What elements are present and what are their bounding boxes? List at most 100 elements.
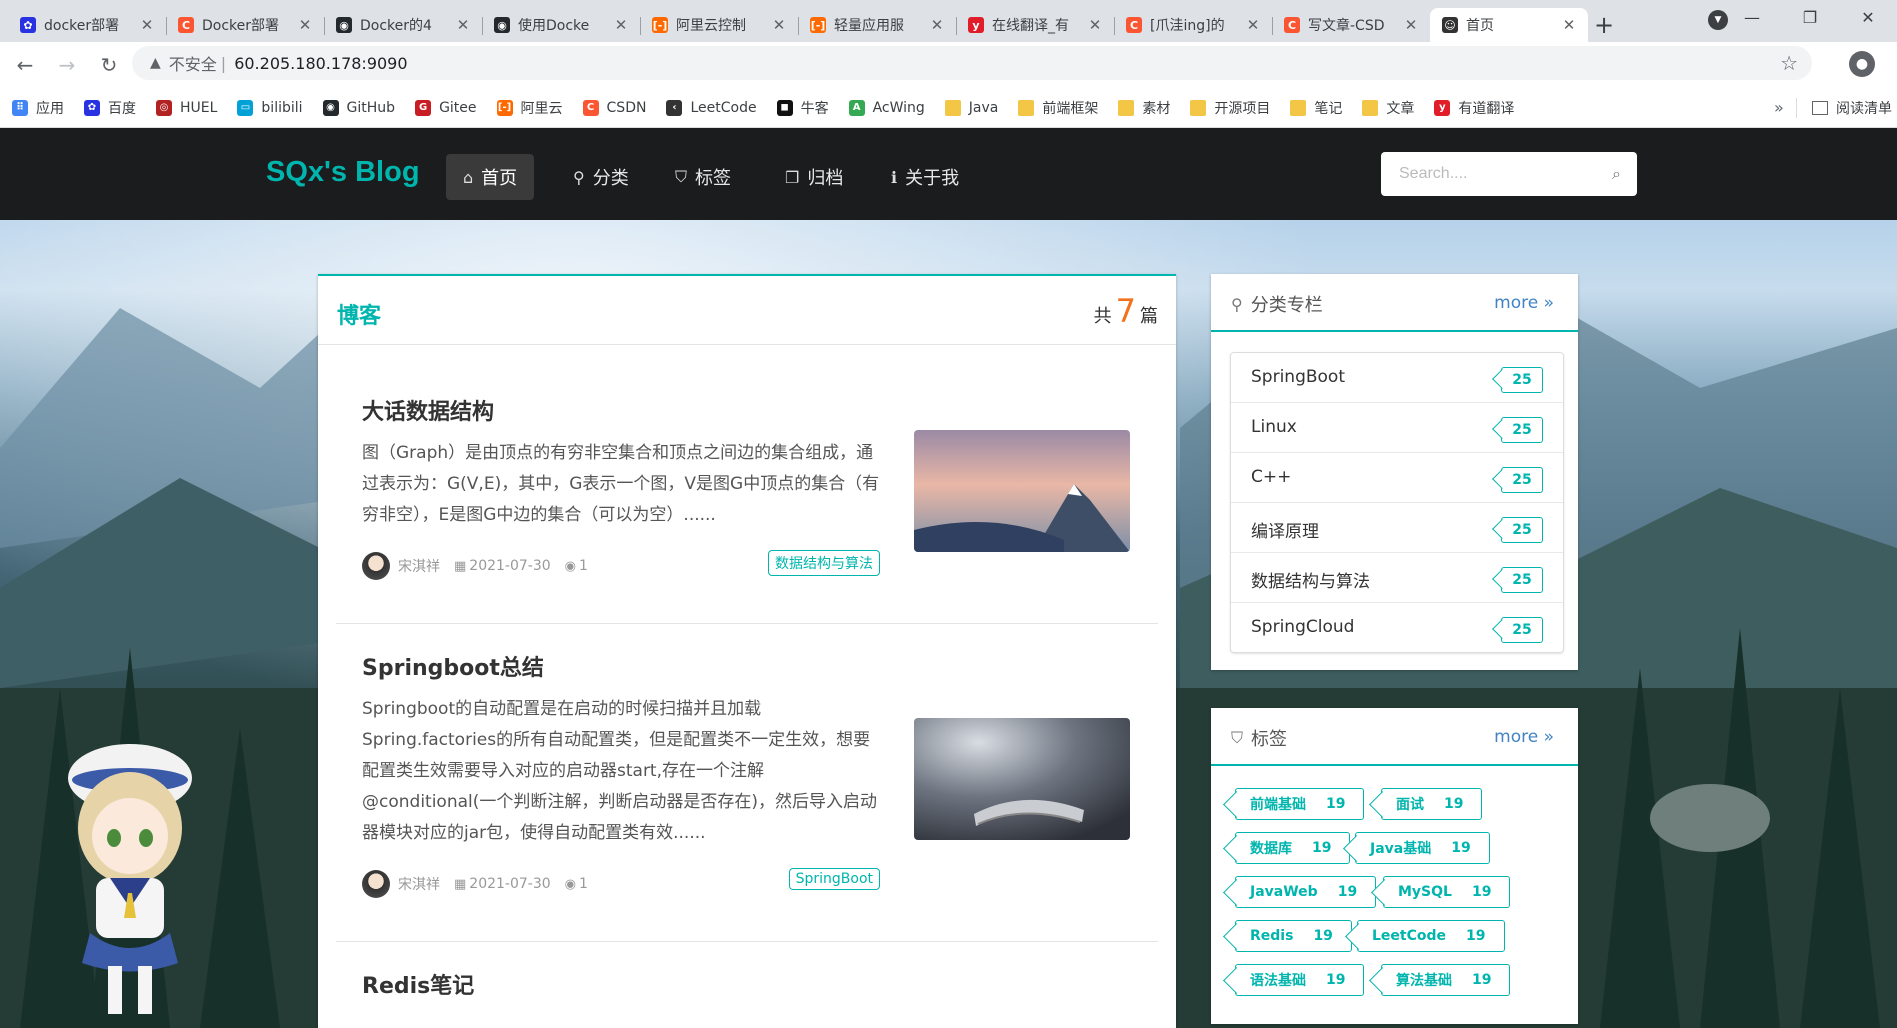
tag-item[interactable]: 面试 19 [1381, 788, 1483, 820]
bookmark-label: 有道翻译 [1458, 100, 1515, 117]
post-author[interactable]: 宋淇祥 [398, 556, 440, 576]
search-input[interactable] [1397, 164, 1613, 184]
nav-clone[interactable]: ❐ 归档 [768, 154, 860, 200]
browser-tab[interactable]: ☺ 首页 ✕ [1430, 8, 1588, 42]
minimize-icon[interactable]: — [1723, 0, 1781, 34]
bookmark-item[interactable]: 前端框架 [1018, 98, 1098, 118]
tab-title: 阿里云控制 [676, 18, 746, 34]
profile-avatar-icon[interactable]: ● [1849, 51, 1875, 77]
address-separator: | [220, 53, 227, 73]
bookmark-item[interactable]: ⠿ 应用 [12, 98, 64, 118]
reading-list-button[interactable]: 阅读清单 [1812, 98, 1892, 118]
bookmark-item[interactable]: ▭ bilibili [237, 99, 303, 116]
lightbulb-icon: ⚲ [1231, 294, 1243, 314]
site-logo[interactable]: SQx's Blog [266, 156, 420, 189]
tag-item[interactable]: 算法基础 19 [1381, 964, 1511, 996]
bookmark-item[interactable]: Java [944, 99, 998, 116]
tag-item[interactable]: JavaWeb 19 [1235, 876, 1377, 908]
post-views: 1 [579, 876, 588, 892]
post-tag[interactable]: SpringBoot [788, 868, 880, 890]
angle-double-right-icon: » [1543, 727, 1554, 747]
bookmark-item[interactable]: ‹ LeetCode [666, 99, 757, 116]
category-item[interactable]: 编译原理 25 [1231, 503, 1563, 553]
category-item[interactable]: Linux 25 [1231, 403, 1563, 453]
tag-item[interactable]: 语法基础 19 [1235, 964, 1365, 996]
back-icon[interactable]: ← [8, 48, 42, 82]
browser-tab[interactable]: ◉ 使用Docke ✕ [482, 8, 640, 42]
bookmark-item[interactable]: 文章 [1362, 98, 1414, 118]
close-tab-icon[interactable]: ✕ [138, 16, 156, 34]
browser-tab[interactable]: C 写文章-CSD ✕ [1272, 8, 1430, 42]
tag-more-link[interactable]: more » [1494, 727, 1554, 747]
tag-item[interactable]: MySQL 19 [1383, 876, 1511, 908]
more-bookmarks-icon[interactable]: » [1774, 98, 1784, 117]
search-icon[interactable]: ⌕ [1612, 164, 1621, 184]
close-window-icon[interactable]: ✕ [1839, 0, 1897, 34]
tag-item[interactable]: LeetCode 19 [1357, 920, 1505, 952]
tag-count: 19 [1312, 840, 1332, 856]
category-card: ⚲ 分类专栏 more » SpringBoot 25 Linux 25 C++ 25 编译… [1211, 274, 1578, 670]
angle-double-right-icon: » [1543, 293, 1554, 313]
bookmark-item[interactable]: 笔记 [1290, 98, 1342, 118]
category-item[interactable]: C++ 25 [1231, 453, 1563, 503]
browser-tab[interactable]: ✿ docker部署 ✕ [8, 8, 166, 42]
browser-tab[interactable]: C Docker部署 ✕ [166, 8, 324, 42]
reload-icon[interactable]: ↻ [92, 48, 126, 82]
browser-tab[interactable]: C [爪洼ing]的 ✕ [1114, 8, 1272, 42]
close-tab-icon[interactable]: ✕ [1086, 16, 1104, 34]
bookmark-item[interactable]: G Gitee [415, 99, 477, 116]
close-tab-icon[interactable]: ✕ [1560, 16, 1578, 34]
close-tab-icon[interactable]: ✕ [296, 16, 314, 34]
restore-icon[interactable]: ❐ [1781, 0, 1839, 34]
nav-lightbulb[interactable]: ⚲ 分类 [556, 154, 646, 200]
address-bar[interactable]: ▲ 不安全 | 60.205.180.178:9090 ☆ [132, 46, 1812, 80]
post-author[interactable]: 宋淇祥 [398, 874, 440, 894]
browser-tab[interactable]: ◉ Docker的4 ✕ [324, 8, 482, 42]
post-cover-image[interactable] [914, 430, 1130, 552]
bookmark-item[interactable]: ◉ GitHub [322, 99, 395, 116]
close-tab-icon[interactable]: ✕ [1402, 16, 1420, 34]
post-tag[interactable]: 数据结构与算法 [768, 550, 880, 576]
forward-icon[interactable]: → [50, 48, 84, 82]
bookmark-item[interactable]: ◼ 牛客 [776, 98, 829, 118]
category-more-link[interactable]: more » [1494, 293, 1554, 313]
post-title[interactable]: Redis笔记 [362, 968, 474, 1000]
post-cover-image[interactable] [914, 718, 1130, 840]
close-tab-icon[interactable]: ✕ [612, 16, 630, 34]
post-meta: 宋淇祥 ▦ 2021-07-30 ◉ 1 [362, 552, 588, 580]
post-title[interactable]: Springboot总结 [362, 650, 544, 682]
category-item[interactable]: 数据结构与算法 25 [1231, 553, 1563, 603]
tag-item[interactable]: Java基础 19 [1355, 832, 1490, 864]
close-tab-icon[interactable]: ✕ [770, 16, 788, 34]
tag-item[interactable]: 数据库 19 [1235, 832, 1351, 864]
bookmark-item[interactable]: [-] 阿里云 [496, 98, 563, 118]
url-text[interactable]: 60.205.180.178:9090 [234, 54, 407, 73]
category-item[interactable]: SpringCloud 25 [1231, 603, 1563, 652]
bookmark-star-icon[interactable]: ☆ [1780, 51, 1798, 75]
bookmark-item[interactable]: 素材 [1118, 98, 1170, 118]
lightbulb-icon: ⚲ [573, 167, 585, 187]
bookmark-label: HUEL [180, 99, 218, 116]
bookmark-item[interactable]: C CSDN [582, 99, 646, 116]
bookmark-item[interactable]: y 有道翻译 [1434, 98, 1514, 118]
browser-tab[interactable]: y 在线翻译_有 ✕ [956, 8, 1114, 42]
close-tab-icon[interactable]: ✕ [928, 16, 946, 34]
close-tab-icon[interactable]: ✕ [1244, 16, 1262, 34]
browser-tab[interactable]: [-] 轻量应用服 ✕ [798, 8, 956, 42]
bookmark-item[interactable]: A AcWing [848, 99, 925, 116]
post-title[interactable]: 大话数据结构 [362, 394, 494, 426]
tab-title: Docker部署 [202, 18, 280, 34]
tag-item[interactable]: Redis 19 [1235, 920, 1352, 952]
tag-item[interactable]: 前端基础 19 [1235, 788, 1365, 820]
category-item[interactable]: SpringBoot 25 [1231, 353, 1563, 403]
bookmark-item[interactable]: 开源项目 [1190, 98, 1270, 118]
nav-home[interactable]: ⌂ 首页 [446, 154, 535, 200]
browser-tab[interactable]: [-] 阿里云控制 ✕ [640, 8, 798, 42]
close-tab-icon[interactable]: ✕ [454, 16, 472, 34]
new-tab-button[interactable]: + [1588, 8, 1620, 42]
bookmark-item[interactable]: ◎ HUEL [156, 99, 218, 116]
category-name: Linux [1251, 417, 1297, 437]
bookmark-item[interactable]: ✿ 百度 [84, 98, 136, 118]
nav-tags[interactable]: ⛉ 标签 [658, 154, 748, 200]
nav-info[interactable]: ℹ 关于我 [874, 154, 976, 200]
